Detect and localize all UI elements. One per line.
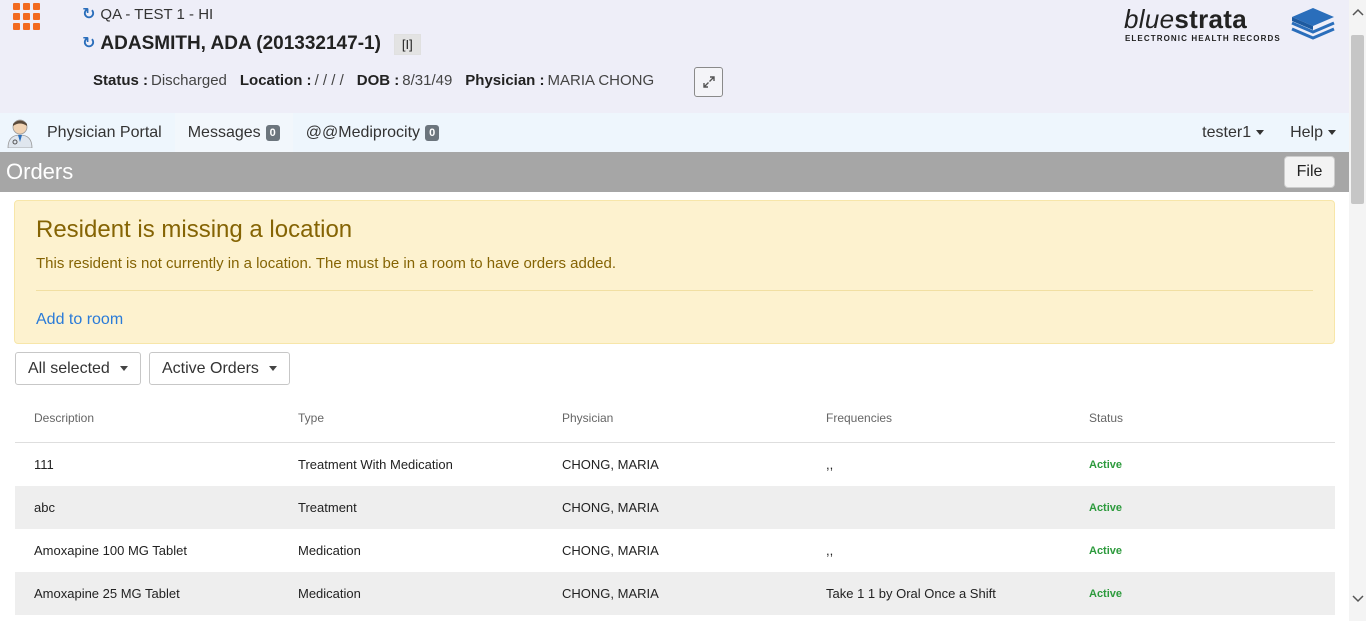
file-button[interactable]: File (1284, 156, 1335, 188)
column-header-type[interactable]: Type (298, 411, 324, 425)
user-menu[interactable]: tester1 (1189, 113, 1277, 152)
page-title: Orders (6, 159, 74, 184)
order-frequencies: ,, (826, 543, 834, 558)
nav-right-group: tester1 Help (1189, 113, 1349, 152)
orders-table: Description Type Physician Frequencies S… (15, 396, 1335, 615)
logo-wordmark: bluestrata (1124, 6, 1247, 32)
order-description: Amoxapine 25 MG Tablet (34, 586, 180, 601)
logo-stack-icon (1291, 8, 1335, 40)
status-label: Status : (93, 72, 149, 89)
caret-down-icon (119, 366, 128, 371)
selection-filter-dropdown[interactable]: All selected (15, 352, 141, 385)
physician-avatar-icon[interactable] (6, 118, 34, 148)
app-grid-icon[interactable] (13, 3, 41, 31)
mediprocity-count-badge: 0 (425, 124, 440, 141)
order-frequencies: Take 1 1 by Oral Once a Shift (826, 586, 996, 601)
scrollbar-thumb[interactable] (1351, 35, 1364, 204)
status-value: Discharged (151, 72, 227, 89)
patient-demographics: Status : Discharged Location : / / / / D… (93, 72, 654, 89)
order-physician: CHONG, MARIA (562, 543, 659, 558)
nav-physician-portal[interactable]: Physician Portal (34, 113, 175, 152)
table-row[interactable]: abc Treatment CHONG, MARIA Active (15, 486, 1335, 529)
order-type: Treatment (298, 500, 357, 515)
order-description: 111 (34, 457, 54, 472)
dob-value: 8/31/49 (402, 72, 453, 89)
order-physician: CHONG, MARIA (562, 500, 659, 515)
help-menu-label: Help (1290, 123, 1323, 141)
expand-icon (702, 76, 715, 88)
table-row[interactable]: 111 Treatment With Medication CHONG, MAR… (15, 443, 1335, 486)
caret-down-icon (1328, 130, 1336, 135)
nav-messages[interactable]: Messages 0 (174, 113, 293, 152)
missing-location-alert: Resident is missing a location This resi… (14, 200, 1335, 344)
selection-filter-label: All selected (28, 359, 110, 377)
order-frequencies: ,, (826, 457, 834, 472)
patient-name-row: ↻ ADASMITH, ADA (201332147-1) [I] (82, 33, 421, 55)
physician-label: Physician : (465, 72, 545, 89)
column-header-description[interactable]: Description (34, 411, 94, 425)
expand-button[interactable] (694, 67, 723, 97)
column-header-frequencies[interactable]: Frequencies (826, 411, 892, 425)
facility-label: QA - TEST 1 - HI (100, 6, 214, 23)
messages-count-badge: 0 (265, 124, 280, 141)
nav-physician-portal-label: Physician Portal (47, 123, 162, 141)
order-description: Amoxapine 100 MG Tablet (34, 543, 187, 558)
patient-flag[interactable]: [I] (393, 33, 421, 55)
order-type: Medication (298, 586, 361, 601)
table-header: Description Type Physician Frequencies S… (15, 396, 1335, 443)
nav-messages-label: Messages (187, 123, 261, 141)
location-value: / / / / (314, 72, 344, 89)
refresh-icon[interactable]: ↻ (82, 36, 95, 52)
scroll-down-arrow-icon[interactable] (1352, 595, 1364, 605)
user-menu-label: tester1 (1202, 123, 1252, 141)
orders-title-bar: Orders (0, 152, 1349, 192)
scroll-up-arrow-icon[interactable] (1352, 8, 1364, 18)
order-type: Treatment With Medication (298, 457, 453, 472)
alert-message: This resident is not currently in a loca… (36, 255, 617, 272)
nav-mediprocity-label: @@Mediprocity (305, 123, 421, 141)
refresh-icon[interactable]: ↻ (82, 6, 95, 23)
order-type-filter-dropdown[interactable]: Active Orders (149, 352, 290, 385)
patient-name: ADASMITH, ADA (201332147-1) (100, 33, 381, 54)
help-menu[interactable]: Help (1277, 113, 1349, 152)
dob-label: DOB : (356, 72, 400, 89)
bluestrata-logo: bluestrata ELECTRONIC HEALTH RECORDS (1124, 6, 1336, 46)
add-to-room-link[interactable]: Add to room (36, 311, 123, 329)
order-description: abc (34, 500, 55, 515)
physician-value: MARIA CHONG (547, 72, 655, 89)
order-physician: CHONG, MARIA (562, 586, 659, 601)
patient-header: ↻ QA - TEST 1 - HI ↻ ADASMITH, ADA (2013… (0, 0, 1349, 113)
logo-subtitle: ELECTRONIC HEALTH RECORDS (1125, 34, 1281, 43)
logo-word-bold: strata (1174, 4, 1247, 34)
order-type: Medication (298, 543, 361, 558)
order-type-filter-label: Active Orders (162, 359, 259, 377)
facility-name: ↻ QA - TEST 1 - HI (82, 6, 213, 23)
table-row[interactable]: Amoxapine 100 MG Tablet Medication CHONG… (15, 529, 1335, 572)
logo-word-light: blue (1124, 4, 1175, 34)
order-status: Active (1089, 545, 1123, 557)
top-navbar: Physician Portal Messages 0 @@Mediprocit… (0, 113, 1349, 152)
alert-title: Resident is missing a location (36, 216, 353, 243)
order-status: Active (1089, 502, 1123, 514)
alert-divider (36, 290, 1313, 291)
location-label: Location : (239, 72, 312, 89)
order-status: Active (1089, 588, 1123, 600)
caret-down-icon (268, 366, 277, 371)
nav-mediprocity[interactable]: @@Mediprocity 0 (293, 113, 452, 152)
column-header-status[interactable]: Status (1089, 411, 1123, 425)
order-physician: CHONG, MARIA (562, 457, 659, 472)
table-row[interactable]: Amoxapine 25 MG Tablet Medication CHONG,… (15, 572, 1335, 615)
caret-down-icon (1256, 130, 1265, 135)
order-status: Active (1089, 459, 1123, 471)
column-header-physician[interactable]: Physician (562, 411, 613, 425)
